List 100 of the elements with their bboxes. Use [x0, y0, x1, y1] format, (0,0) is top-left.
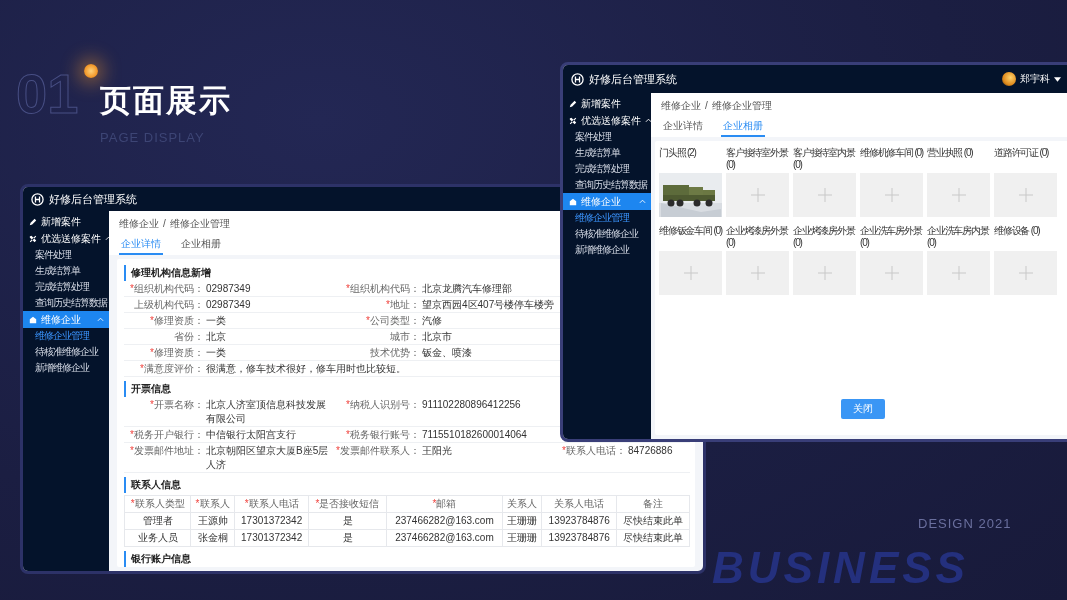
user-name[interactable]: 郑宇科 — [1020, 72, 1050, 86]
field-value: 中信银行太阳宫支行 — [205, 428, 297, 442]
building-icon — [29, 315, 37, 324]
section-title: 联系人信息 — [124, 477, 690, 493]
sidebar-subitem[interactable]: 维修企业管理 — [563, 210, 651, 226]
design-label: DESIGN 2021 — [918, 516, 1012, 531]
field-value: 02987349 — [205, 298, 252, 312]
field-label: *发票邮件地址： — [129, 444, 204, 458]
table-cell: 王源帅 — [190, 512, 235, 530]
field-label: *修理资质： — [149, 314, 204, 328]
tools-icon — [569, 116, 577, 125]
logo-icon — [31, 192, 44, 206]
tools-icon — [29, 234, 37, 243]
field-value: 一类 — [205, 346, 227, 360]
section-title: 银行账户信息 — [124, 551, 690, 567]
column-header: 关系人电话 — [542, 495, 617, 513]
album-label: 维修设备 (0) — [994, 225, 1041, 238]
tab[interactable]: 企业相册 — [721, 117, 765, 137]
sidebar-item[interactable]: 优选送修案件 — [563, 112, 651, 129]
table-cell: 尽快结束此单 — [616, 512, 690, 530]
table-cell: 17301372342 — [234, 512, 309, 530]
pencil-icon — [569, 99, 577, 108]
album-label: 企业洗车房外景 (0) — [860, 225, 923, 249]
upload-tile[interactable] — [793, 251, 856, 295]
breadcrumb-link[interactable]: 维修企业管理 — [169, 217, 230, 231]
upload-tile[interactable] — [994, 173, 1057, 217]
table-cell: 王珊珊 — [502, 512, 542, 530]
plus-icon — [683, 266, 698, 280]
avatar[interactable] — [1002, 72, 1016, 86]
upload-tile[interactable] — [860, 251, 923, 295]
field-value: 7115510182600014064 — [421, 428, 527, 442]
upload-tile[interactable] — [927, 173, 990, 217]
sidebar-subitem[interactable]: 案件处理 — [23, 247, 109, 263]
sidebar-subitem[interactable]: 生成结算单 — [563, 145, 651, 161]
sidebar-subitem[interactable]: 新增维修企业 — [23, 360, 109, 376]
table-cell: 13923784876 — [542, 512, 617, 530]
field-value: 北京人济室顶信息科技发展有限公司 — [205, 398, 327, 426]
field-value: 84726886 — [627, 444, 673, 458]
sidebar-subitem[interactable]: 生成结算单 — [23, 263, 109, 279]
table-cell: 王珊珊 — [502, 529, 542, 547]
tab[interactable]: 企业相册 — [179, 235, 223, 255]
sidebar-subitem[interactable]: 待核准维修企业 — [23, 344, 109, 360]
caret-icon[interactable] — [1054, 76, 1061, 82]
sidebar-item[interactable]: 维修企业 — [23, 311, 109, 328]
plus-icon — [817, 188, 832, 202]
table-cell: 张金桐 — [190, 529, 235, 547]
tab[interactable]: 企业详情 — [119, 235, 163, 255]
table-cell: 237466282@163.com — [386, 512, 503, 530]
table-cell: 是 — [308, 529, 387, 547]
field-value: 钣金、喷漆 — [421, 346, 472, 360]
table-cell: 是 — [308, 512, 387, 530]
plus-icon — [1018, 266, 1033, 280]
sidebar-item[interactable]: 新增案件 — [23, 213, 109, 230]
sidebar-item[interactable]: 优选送修案件 — [23, 230, 109, 247]
album-label: 企业烤漆房外景 (0) — [726, 225, 789, 249]
upload-tile[interactable] — [927, 251, 990, 295]
sidebar-subitem[interactable]: 案件处理 — [563, 129, 651, 145]
sidebar-item[interactable]: 新增案件 — [563, 95, 651, 112]
breadcrumb-separator: / — [163, 217, 166, 231]
breadcrumb-link[interactable]: 维修企业 — [661, 99, 701, 113]
breadcrumb-link[interactable]: 维修企业 — [119, 217, 159, 231]
sidebar-subitem[interactable]: 完成结算处理 — [563, 161, 651, 177]
column-header: *邮箱 — [386, 495, 503, 513]
upload-tile[interactable] — [994, 251, 1057, 295]
field-label: *公司类型： — [365, 314, 420, 328]
sidebar-subitem[interactable]: 新增维修企业 — [563, 242, 651, 258]
upload-tile[interactable] — [793, 173, 856, 217]
upload-tile[interactable] — [659, 251, 722, 295]
app-title: 好修后台管理系统 — [589, 71, 677, 87]
upload-tile[interactable] — [860, 173, 923, 217]
column-header: *联系人类型 — [124, 495, 191, 513]
sidebar-subitem[interactable]: 查询历史结算数据 — [563, 177, 651, 193]
field-label: *修理资质： — [149, 346, 204, 360]
field-value: 望京西园4区407号楼停车楼旁 — [421, 298, 555, 312]
sidebar-subitem[interactable]: 完成结算处理 — [23, 279, 109, 295]
plus-icon — [884, 266, 899, 280]
sidebar-item[interactable]: 维修企业 — [563, 193, 651, 210]
album-label: 维修机修车间 (0) — [860, 147, 923, 160]
backdrop-word: BUSINESS — [712, 546, 969, 590]
field-value: 很满意，修车技术很好，修车用时也比较短。 — [205, 362, 406, 376]
sidebar-subitem[interactable]: 待核准维修企业 — [563, 226, 651, 242]
tab[interactable]: 企业详情 — [661, 117, 705, 137]
upload-tile[interactable] — [726, 173, 789, 217]
field-label: *发票邮件联系人： — [335, 444, 420, 458]
plus-icon — [1018, 188, 1033, 202]
field-label: 城市： — [389, 330, 420, 344]
sidebar-subitem[interactable]: 维修企业管理 — [23, 328, 109, 344]
plus-icon — [817, 266, 832, 280]
plus-icon — [951, 266, 966, 280]
upload-tile[interactable] — [726, 251, 789, 295]
field-value: 02987349 — [205, 282, 252, 296]
page-title: 页面展示 — [100, 84, 232, 119]
breadcrumb-link[interactable]: 维修企业管理 — [711, 99, 772, 113]
table-cell: 尽快结束此单 — [616, 529, 690, 547]
field-value: 北京朝阳区望京大厦B座5层人济 — [205, 444, 330, 472]
building-icon — [569, 197, 577, 206]
glow-orb — [84, 64, 98, 78]
sidebar-subitem[interactable]: 查询历史结算数据 — [23, 295, 109, 311]
album-label: 维修钣金车间 (0) — [659, 225, 722, 238]
plus-icon — [884, 188, 899, 202]
